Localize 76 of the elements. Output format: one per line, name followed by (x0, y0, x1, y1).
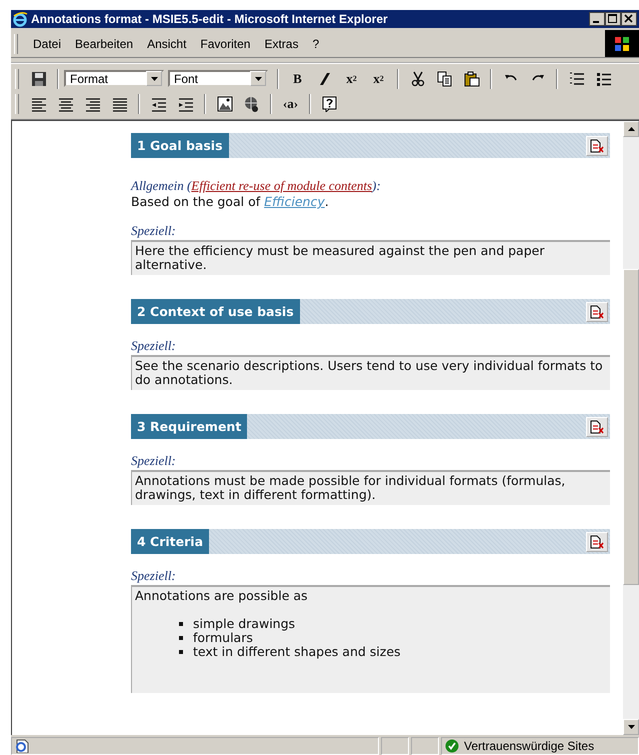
menu-item[interactable]: Favoriten (193, 34, 258, 52)
scroll-up-button[interactable] (623, 121, 639, 137)
dropdown-arrow-icon (254, 76, 262, 80)
link[interactable]: Efficient re-use of module contents (191, 178, 372, 193)
delete-section-button[interactable] (586, 532, 608, 552)
down-arrow-icon (628, 725, 634, 729)
text-area[interactable]: Annotations are possible as simple drawings formulars text in different shapes and sizes (131, 585, 610, 693)
image-icon (216, 96, 232, 112)
section-title: 4 Criteria (131, 529, 210, 554)
up-arrow-icon (628, 127, 634, 131)
text-area[interactable]: Annotations must be made possible for individual formats (formulas, drawings, text in different formatting). (131, 470, 610, 505)
indent-icon (178, 96, 194, 112)
paragraph: Annotations must be made possible for individual formats (formulas, drawings, text in different formatting). (135, 474, 566, 502)
delete-section-button[interactable] (586, 302, 608, 322)
dropdown-arrow-icon (150, 76, 158, 80)
delete-section-button[interactable] (586, 416, 608, 436)
menu-item[interactable]: Bearbeiten (68, 34, 140, 52)
status-pane (411, 737, 439, 755)
toolbar-button[interactable]: B (286, 68, 309, 90)
field-label: Speziell: (131, 223, 176, 239)
window-title: Annotations format - MSIE5.5-edit - Microsoft Internet Explorer (31, 12, 389, 26)
general-label: Allgemein (Efficient re-use of module contents): (131, 178, 382, 194)
list-item: text in different shapes and sizes (193, 645, 401, 659)
status-pane (381, 737, 409, 755)
document-x-icon (590, 138, 604, 152)
bulleted-list-icon (596, 70, 612, 86)
maximize-button[interactable] (605, 12, 621, 26)
numbered-list-icon (568, 70, 584, 86)
copy-icon (436, 70, 452, 86)
toolbar-button[interactable]: ‹a› (279, 92, 302, 114)
security-zone: Vertrauenswürdige Sites (464, 739, 594, 753)
browser-logo-icon (13, 12, 28, 26)
outdent-icon (150, 96, 166, 112)
section-title: 2 Context of use basis (131, 299, 300, 324)
dropdown[interactable]: Font (168, 70, 268, 87)
text-area[interactable]: Here the efficiency must be measured against the pen and paper alternative. (131, 240, 610, 275)
link[interactable]: Efficiency (264, 194, 325, 209)
globe-icon (244, 96, 260, 112)
align-center-icon (58, 96, 74, 112)
paragraph: See the scenario descriptions. Users tend to use very individual formats to do annotations. (135, 359, 604, 387)
scissors-icon (410, 70, 426, 86)
list-item: formulars (193, 631, 253, 645)
flag-drawing (614, 36, 630, 52)
scrollbar-thumb[interactable] (623, 269, 639, 585)
menu-item[interactable]: Ansicht (140, 34, 194, 52)
bullet-icon (179, 622, 183, 626)
justify-icon (112, 96, 128, 112)
menu-item[interactable]: Datei (26, 34, 68, 52)
close-button[interactable] (621, 12, 637, 26)
bullet-icon (179, 636, 183, 640)
document-x-icon (590, 420, 604, 434)
section-title: 3 Requirement (131, 414, 248, 439)
help-icon (322, 96, 338, 112)
field-label: Speziell: (131, 568, 176, 584)
delete-section-button[interactable] (586, 136, 608, 156)
text-area[interactable]: See the scenario descriptions. Users tend to use very individual formats to do annotations. (131, 355, 610, 390)
section-title: 1 Goal basis (131, 133, 229, 158)
minimize-button[interactable] (589, 12, 605, 26)
field-label: Speziell: (131, 453, 176, 469)
scroll-down-button[interactable] (623, 719, 639, 735)
document-x-icon (590, 534, 604, 548)
align-right-icon (84, 96, 100, 112)
menu-item[interactable]: Extras (257, 34, 306, 52)
save-icon (30, 70, 46, 86)
bullet-icon (179, 650, 183, 654)
menu-item[interactable]: ? (305, 34, 326, 52)
paragraph: Here the efficiency must be measured against the pen and paper alternative. (135, 244, 546, 272)
dropdown[interactable]: Format (64, 70, 164, 87)
paragraph: Annotations are possible as (135, 589, 309, 603)
align-left-icon (30, 96, 46, 112)
document-x-icon (590, 304, 604, 318)
list-item: simple drawings (193, 617, 296, 631)
clipboard-icon (464, 70, 480, 86)
field-label: Speziell: (131, 338, 176, 354)
general-text: Based on the goal of Efficiency. (131, 194, 330, 209)
vertical-scrollbar[interactable] (623, 121, 639, 735)
